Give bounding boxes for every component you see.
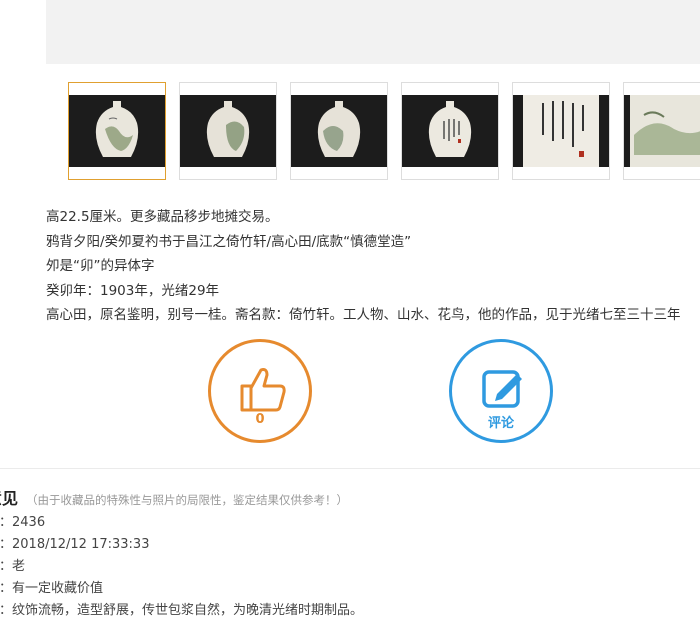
comment-label: 评论 [487, 416, 514, 431]
appraisal-row-value: 值：有一定收藏价值 [0, 578, 700, 600]
appraisal-row-age: 日：老 [0, 556, 700, 578]
main-image-viewer [46, 0, 700, 64]
appraisal-section: 意见 （由于收藏品的特殊性与照片的局限性，鉴定结果仅供参考！） 号：2436 间：… [0, 486, 700, 622]
like-button[interactable]: 0 [208, 339, 312, 443]
thumbnail-3[interactable] [290, 82, 388, 180]
thumbnail-strip [68, 82, 700, 184]
vase-photo-front [69, 95, 165, 167]
item-description: 高22.5厘米。更多藏品移步地摊交易。 鸦背夕阳/癸夘夏礿书于昌江之倚竹轩/高心… [46, 205, 700, 328]
row-value: 纹饰流畅，造型舒展，传世包浆自然，为晚清光绪时期制品。 [12, 603, 364, 618]
thumbnail-2[interactable] [179, 82, 277, 180]
thumbs-up-icon [240, 368, 286, 412]
vase-photo-right [291, 95, 387, 167]
thumbnail-6[interactable] [623, 82, 700, 180]
row-value: 2018/12/12 17:33:33 [12, 537, 150, 552]
thumbnail-1[interactable] [68, 82, 166, 180]
appraisal-row-time: 间：2018/12/12 17:33:33 [0, 534, 700, 556]
appraisal-disclaimer: （由于收藏品的特殊性与照片的局限性，鉴定结果仅供参考！） [26, 493, 349, 507]
vase-photo-left [180, 95, 276, 167]
row-label: 考： [0, 603, 13, 618]
description-line: 鸦背夕阳/癸夘夏礿书于昌江之倚竹轩/高心田/底款“慎德堂造” [46, 233, 412, 250]
appraisal-title: 意见 [0, 489, 18, 508]
row-label: 间： [0, 537, 13, 552]
row-value: 老 [12, 559, 26, 574]
thumbnail-4[interactable] [401, 82, 499, 180]
appraisal-title-text: 见 [2, 489, 19, 508]
row-label: 号： [0, 515, 13, 530]
description-line: 高心田，原名鉴明，别号一桂。斋名款：倚竹轩。工人物、山水、花鸟，他的作品，见于光… [46, 307, 681, 324]
comment-button[interactable]: 评论 [449, 339, 553, 443]
appraisal-row-reference: 考：纹饰流畅，造型舒展，传世包浆自然，为晚清光绪时期制品。 [0, 600, 700, 622]
inscription-photo [513, 95, 609, 167]
description-line: 夘是“卯”的异体字 [46, 258, 155, 275]
row-label: 日： [0, 559, 13, 574]
row-value: 有一定收藏价值 [12, 581, 104, 596]
like-count: 0 [255, 412, 265, 427]
edit-icon [482, 370, 522, 408]
painting-photo [624, 95, 700, 167]
thumbnail-5[interactable] [512, 82, 610, 180]
row-label: 值： [0, 581, 13, 596]
description-line: 癸卯年：1903年，光绪29年 [46, 282, 220, 299]
row-value: 2436 [12, 515, 46, 530]
appraisal-row-number: 号：2436 [0, 512, 700, 534]
section-divider [0, 468, 700, 469]
description-line: 高22.5厘米。更多藏品移步地摊交易。 [46, 209, 279, 225]
vase-photo-back [402, 95, 498, 167]
